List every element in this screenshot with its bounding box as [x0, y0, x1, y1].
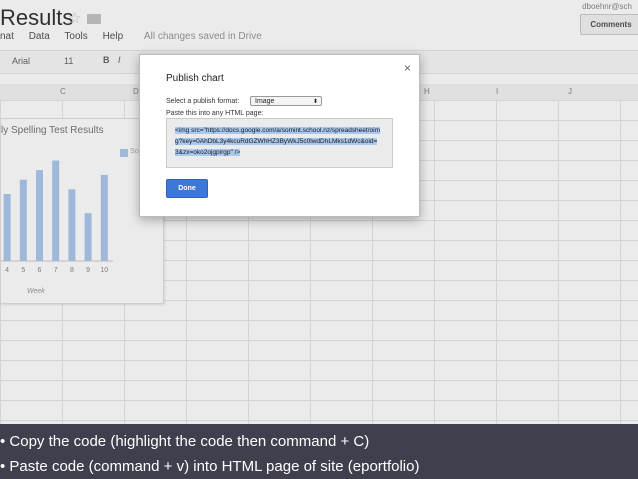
- format-select-value: Image: [255, 98, 275, 105]
- embed-code-box[interactable]: <img src="https://docs.google.com/a/somi…: [166, 118, 393, 168]
- caption-bar: • Copy the code (highlight the code then…: [0, 424, 638, 479]
- close-icon[interactable]: ×: [404, 61, 411, 75]
- publish-chart-dialog: Publish chart × Select a publish format:…: [139, 54, 420, 217]
- dialog-title: Publish chart: [166, 73, 224, 84]
- format-label: Select a publish format:: [166, 98, 240, 105]
- select-arrows-icon: ⬍: [312, 99, 318, 105]
- embed-code-text[interactable]: <img src="https://docs.google.com/a/somi…: [175, 127, 380, 156]
- caption-line-paste: • Paste code (command + v) into HTML pag…: [0, 458, 420, 475]
- spreadsheet-window: Results ☆ dboehnr@sch Comments nat Data …: [0, 0, 638, 424]
- done-button[interactable]: Done: [166, 179, 208, 198]
- caption-line-copy: • Copy the code (highlight the code then…: [0, 433, 370, 450]
- paste-label: Paste this into any HTML page:: [166, 110, 264, 117]
- format-select[interactable]: Image ⬍: [250, 96, 322, 106]
